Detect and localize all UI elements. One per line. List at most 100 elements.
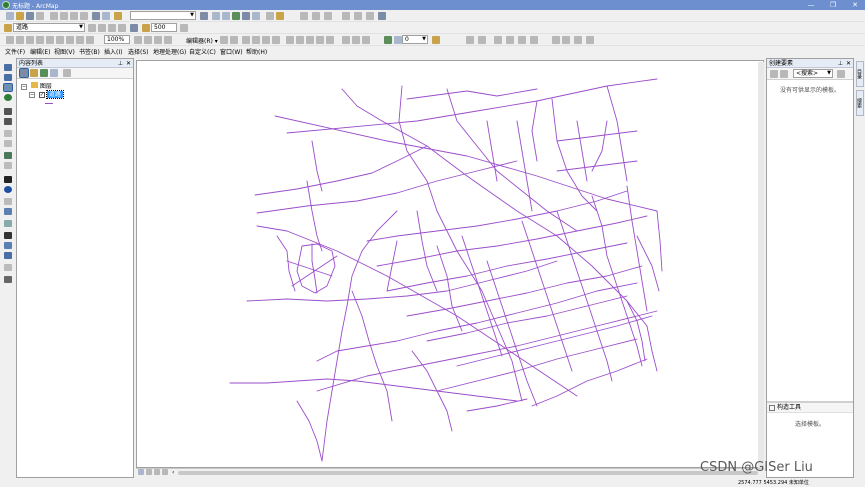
print-icon[interactable]	[36, 12, 44, 20]
flag-icon[interactable]	[432, 36, 440, 44]
create-features-icon[interactable]	[362, 36, 370, 44]
arctoolbox-icon[interactable]	[242, 12, 250, 20]
cut-polygons-icon[interactable]	[306, 36, 314, 44]
list-by-selection-icon[interactable]	[50, 69, 58, 77]
sketch-properties-icon[interactable]	[352, 36, 360, 44]
refresh-icon[interactable]	[378, 12, 386, 20]
menu-edit[interactable]: 编辑(E)	[30, 47, 50, 56]
close-button[interactable]: ✕	[844, 0, 865, 10]
topology-icon-7[interactable]	[552, 36, 560, 44]
zoom-in-fixed-icon[interactable]	[6, 36, 14, 44]
add-data-icon[interactable]	[114, 12, 122, 20]
go-to-xy-icon[interactable]	[4, 252, 12, 259]
create-features-close-icon[interactable]: ✕	[846, 59, 851, 68]
table-of-contents-icon[interactable]	[212, 12, 220, 20]
menu-selection[interactable]: 选择(S)	[128, 47, 149, 56]
back-extent-icon[interactable]	[4, 130, 12, 137]
pencil-icon[interactable]	[276, 12, 284, 20]
reshape-tool-icon[interactable]	[354, 12, 362, 20]
layout-tool-icon[interactable]	[66, 36, 74, 44]
full-extent-globe-icon[interactable]	[4, 94, 12, 101]
menu-geoprocessing[interactable]: 地理处理(G)	[153, 47, 186, 56]
toc-close-icon[interactable]: ✕	[126, 59, 131, 68]
menu-insert[interactable]: 插入(I)	[104, 47, 122, 56]
menu-view[interactable]: 视图(V)	[54, 47, 75, 56]
clear-selection-icon[interactable]	[4, 162, 12, 169]
layout-tool-icon-4[interactable]	[134, 36, 142, 44]
topology-icon[interactable]	[466, 36, 474, 44]
scroll-left-icon[interactable]: ‹	[172, 469, 174, 476]
menu-file[interactable]: 文件(F)	[5, 47, 25, 56]
curve-tool-icon[interactable]	[312, 12, 320, 20]
measure-icon[interactable]	[4, 220, 12, 227]
catalog-tab[interactable]: 目录	[856, 61, 864, 87]
attributes-icon[interactable]	[342, 36, 350, 44]
time-slider-icon[interactable]	[4, 264, 12, 271]
straight-segment-icon[interactable]	[242, 36, 250, 44]
fixed-zoom-out-icon[interactable]	[4, 118, 12, 125]
layout-tool-icon-2[interactable]	[76, 36, 84, 44]
reference-scale-combo[interactable]: 500	[151, 23, 177, 32]
end-point-arc-icon[interactable]	[252, 36, 260, 44]
zoom-out-icon[interactable]	[4, 74, 12, 81]
save-icon[interactable]	[26, 12, 34, 20]
edit-tool-icon[interactable]	[220, 36, 228, 44]
select-features-icon[interactable]	[4, 152, 12, 159]
line-tool-icon[interactable]	[300, 12, 308, 20]
layer-tool-icon-2[interactable]	[98, 24, 106, 32]
python-window-icon[interactable]	[252, 12, 260, 20]
menu-help[interactable]: 帮助(H)	[246, 47, 267, 56]
data-view-icon[interactable]	[138, 469, 144, 475]
edit-vertices-icon[interactable]	[286, 36, 294, 44]
layer-collapse-toggle-icon[interactable]: −	[29, 92, 35, 98]
topology-icon-6[interactable]	[530, 36, 538, 44]
toc-options-icon[interactable]	[63, 69, 71, 77]
topology-icon-5[interactable]	[518, 36, 526, 44]
topology-icon-2[interactable]	[478, 36, 486, 44]
layer-tool-icon[interactable]	[88, 24, 96, 32]
organize-templates-icon[interactable]	[770, 70, 778, 78]
rotate-tool-icon[interactable]	[326, 36, 334, 44]
template-search-box[interactable]: <搜索> ▼	[793, 69, 833, 78]
catalog-icon[interactable]	[222, 12, 230, 20]
redo-icon[interactable]	[102, 12, 110, 20]
menu-windows[interactable]: 窗口(W)	[220, 47, 243, 56]
layout-zoom-combo[interactable]: 100%	[104, 35, 130, 44]
prev-extent-icon[interactable]	[46, 36, 54, 44]
map-display[interactable]	[136, 60, 764, 468]
create-viewer-window-icon[interactable]	[4, 276, 12, 283]
minimize-button[interactable]: —	[800, 0, 822, 10]
template-properties-icon[interactable]	[837, 70, 845, 78]
topology-icon-9[interactable]	[574, 36, 582, 44]
select-elements-icon[interactable]	[4, 176, 12, 183]
topology-icon-8[interactable]	[562, 36, 570, 44]
georef-icon[interactable]	[130, 24, 138, 32]
menu-customize[interactable]: 自定义(C)	[189, 47, 216, 56]
identify-icon[interactable]	[4, 186, 12, 193]
pan-icon[interactable]	[3, 83, 13, 92]
edit-annotation-icon[interactable]	[230, 36, 238, 44]
layout-view-icon[interactable]	[146, 469, 152, 475]
topology-icon-3[interactable]	[494, 36, 502, 44]
pin-icon[interactable]: ⊥	[118, 59, 123, 68]
reshape-icon[interactable]	[296, 36, 304, 44]
layer-name-label[interactable]: 道路	[45, 90, 64, 99]
editor-toolbar-icon[interactable]	[200, 12, 208, 20]
copy-icon[interactable]	[60, 12, 68, 20]
layer-tool-icon-4[interactable]	[118, 24, 126, 32]
transparency-icon[interactable]	[394, 36, 402, 44]
search-window-icon[interactable]	[232, 12, 240, 20]
layer-transparency-combo[interactable]: 0 ▼	[402, 35, 428, 44]
pause-drawing-icon[interactable]	[162, 469, 168, 475]
split-tool-icon[interactable]	[316, 36, 324, 44]
zoom-out-fixed-icon[interactable]	[16, 36, 24, 44]
html-popup-icon[interactable]	[4, 208, 12, 215]
hyperlink-icon[interactable]	[4, 198, 12, 205]
layout-tool-icon-5[interactable]	[144, 36, 152, 44]
layout-tool-icon-3[interactable]	[86, 36, 94, 44]
new-document-icon[interactable]	[6, 12, 14, 20]
find-route-icon[interactable]	[4, 242, 12, 249]
paste-icon[interactable]	[70, 12, 78, 20]
layout-tool-icon-7[interactable]	[164, 36, 172, 44]
delete-icon[interactable]	[80, 12, 88, 20]
